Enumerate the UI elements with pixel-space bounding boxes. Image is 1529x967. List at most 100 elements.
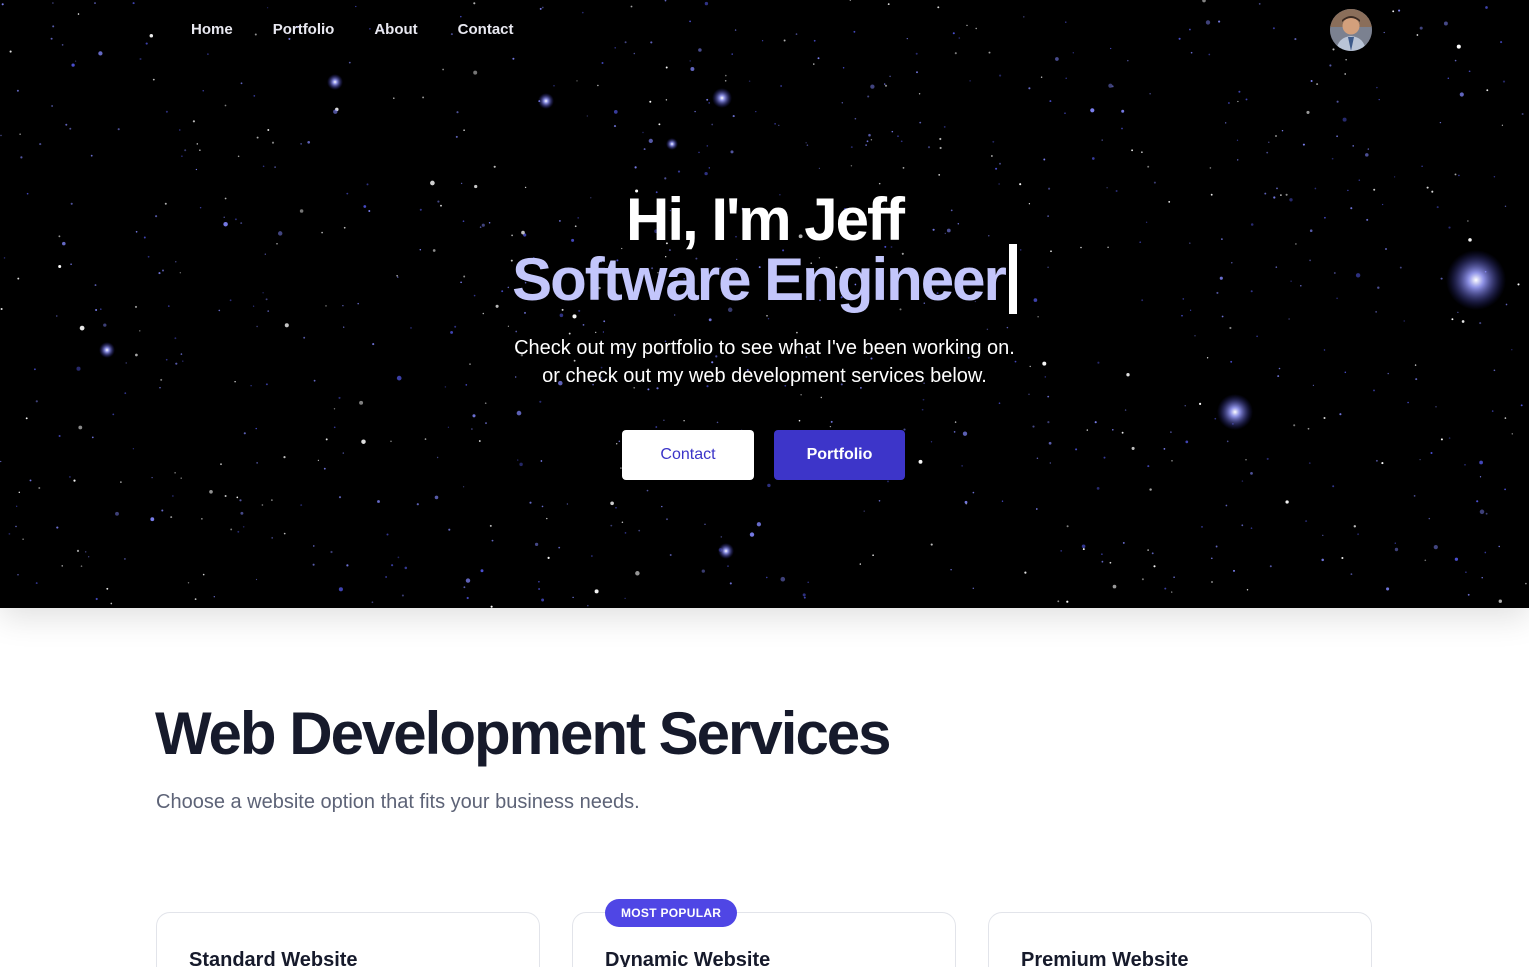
star — [19, 133, 21, 135]
star — [915, 52, 918, 55]
star — [756, 522, 762, 527]
star — [1525, 582, 1527, 585]
star — [698, 151, 700, 154]
star — [1233, 569, 1235, 572]
star — [1124, 409, 1127, 411]
glowing-star — [666, 138, 678, 150]
star — [1345, 59, 1347, 61]
star — [624, 597, 626, 600]
star — [271, 141, 275, 144]
star — [734, 29, 737, 31]
star — [755, 110, 757, 113]
star — [1237, 100, 1239, 103]
star — [50, 37, 53, 40]
star — [220, 463, 222, 466]
star — [725, 74, 727, 77]
nav-link-about[interactable]: About — [374, 20, 417, 40]
star — [77, 13, 80, 15]
star — [1112, 584, 1117, 589]
star — [706, 145, 709, 147]
star — [237, 155, 240, 158]
star — [38, 487, 41, 489]
star — [115, 511, 119, 516]
star — [255, 578, 258, 581]
star — [490, 605, 493, 608]
star — [1458, 174, 1460, 177]
star — [224, 104, 227, 107]
star — [865, 144, 867, 146]
star — [922, 398, 925, 401]
star — [361, 439, 366, 444]
star — [966, 24, 968, 27]
star — [139, 330, 141, 332]
nav-link-portfolio[interactable]: Portfolio — [273, 20, 335, 40]
star — [906, 37, 908, 40]
star — [616, 443, 618, 445]
star — [202, 90, 204, 92]
glowing-star — [718, 543, 734, 559]
profile-avatar[interactable] — [1330, 9, 1372, 51]
star — [937, 6, 940, 9]
star — [56, 526, 59, 529]
star — [711, 123, 714, 126]
star — [1173, 576, 1175, 579]
star — [969, 80, 971, 82]
star — [465, 578, 471, 583]
star — [1101, 560, 1104, 563]
star — [242, 526, 245, 528]
star — [202, 573, 205, 576]
star — [180, 477, 182, 479]
star — [1504, 417, 1507, 419]
star — [283, 532, 286, 535]
star — [927, 146, 931, 149]
star — [1376, 86, 1378, 89]
star — [1229, 326, 1232, 330]
star — [540, 460, 543, 462]
hero-role-row: Software Engineer — [0, 244, 1529, 317]
star — [404, 566, 408, 570]
contact-button[interactable]: Contact — [622, 430, 754, 480]
star — [866, 140, 869, 143]
star — [1190, 51, 1193, 54]
star — [1035, 508, 1038, 510]
nav-link-contact[interactable]: Contact — [458, 20, 514, 40]
star — [708, 318, 712, 322]
star — [386, 533, 389, 536]
star — [1047, 421, 1050, 424]
star — [1498, 599, 1502, 603]
star — [1344, 73, 1347, 75]
star — [187, 582, 190, 584]
star — [58, 434, 61, 438]
star — [1082, 548, 1085, 551]
star — [1272, 27, 1275, 30]
service-card-premium[interactable]: Premium Website — [988, 912, 1372, 967]
star — [1357, 533, 1360, 536]
star — [1109, 561, 1112, 564]
service-card-standard[interactable]: Standard Website — [156, 912, 540, 967]
star — [655, 426, 658, 428]
star — [1413, 495, 1416, 497]
star — [972, 587, 975, 590]
star — [999, 74, 1002, 77]
star — [16, 89, 19, 92]
star — [0, 134, 2, 137]
star — [884, 84, 888, 87]
star — [642, 131, 644, 134]
star — [442, 68, 444, 71]
star — [1201, 526, 1203, 528]
portfolio-button[interactable]: Portfolio — [774, 430, 905, 480]
star — [1131, 149, 1133, 152]
star — [1101, 553, 1103, 555]
star — [151, 476, 153, 479]
hero-greeting: Hi, I'm Jeff — [626, 186, 905, 253]
star — [1149, 93, 1151, 95]
star — [416, 503, 419, 506]
star — [850, 165, 853, 167]
star — [1236, 139, 1239, 141]
star — [1147, 165, 1150, 168]
star — [1211, 581, 1213, 583]
star — [390, 440, 392, 443]
star — [17, 574, 19, 576]
star — [1121, 431, 1124, 434]
nav-link-home[interactable]: Home — [191, 20, 233, 40]
